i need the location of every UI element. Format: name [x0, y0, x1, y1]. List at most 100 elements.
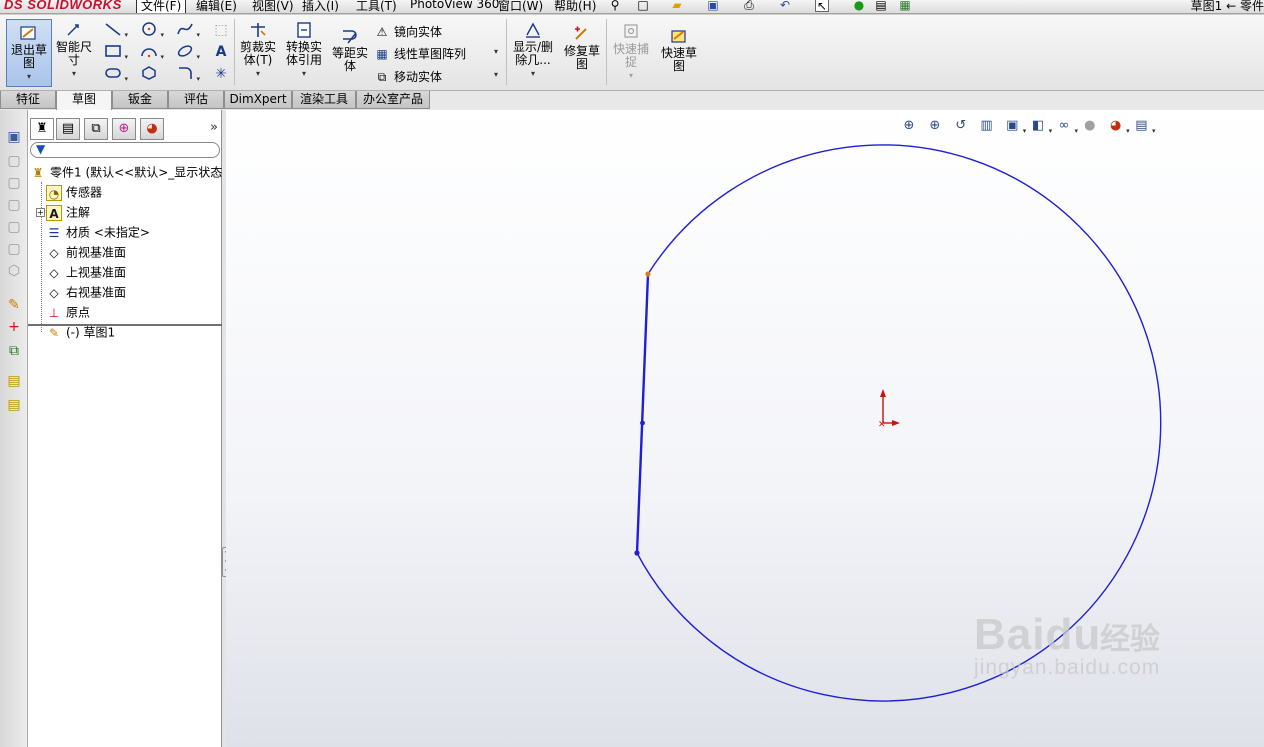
tab-dimxpert[interactable]: DimXpert: [224, 91, 292, 109]
sketch-line[interactable]: [635, 273, 650, 554]
circle-tool-icon[interactable]: ▾: [138, 21, 164, 39]
layer-icon[interactable]: ▤: [5, 372, 23, 390]
spline-tool-icon[interactable]: ▾: [174, 21, 200, 39]
select-pointer-icon[interactable]: ↖: [815, 0, 829, 13]
tab-render-tools[interactable]: 渲染工具: [292, 91, 356, 109]
offset-entities-button[interactable]: 等距实体: [330, 27, 370, 87]
chevron-down-icon: ▾: [26, 72, 31, 81]
smart-dimension-label: 智能尺寸: [56, 40, 93, 67]
menu-window[interactable]: 窗口(W): [498, 0, 543, 13]
tree-item-annotations[interactable]: A 注解: [46, 202, 90, 222]
repair-sketch-button[interactable]: 修复草图: [560, 25, 604, 87]
quick-snaps-icon: [624, 24, 638, 38]
ellipse-tool-icon[interactable]: ▾: [174, 43, 200, 61]
text-tool-icon[interactable]: A: [210, 43, 232, 61]
exit-sketch-button[interactable]: 退出草图 ▾: [6, 19, 52, 87]
revolved-boss-icon[interactable]: ▢: [5, 152, 23, 170]
tree-item-material[interactable]: ☰ 材质 <未指定>: [46, 222, 150, 242]
pin-icon[interactable]: ⚲: [608, 0, 622, 12]
sketch-midpoint[interactable]: [640, 420, 645, 426]
print-icon[interactable]: ⎙: [742, 0, 756, 12]
menu-help[interactable]: 帮助(H): [554, 0, 596, 13]
fillet-tool-icon[interactable]: ▾: [174, 65, 200, 83]
line-tool-icon[interactable]: ▾: [102, 21, 128, 39]
expand-annotations-icon[interactable]: +: [36, 208, 45, 217]
tab-features[interactable]: 特征: [0, 91, 56, 109]
feature-manager-tabs: ♜ ▤ ⧉ ⊕ ◕ »: [28, 118, 222, 142]
mirror-entities-button[interactable]: ⚠ 镜向实体: [374, 23, 442, 40]
move-entities-button[interactable]: ⧉ 移动实体 ▾: [374, 68, 498, 85]
options-icon[interactable]: ▦: [898, 0, 912, 12]
convert-entities-button[interactable]: 转换实体引用 ▾: [282, 21, 326, 87]
exit-sketch-icon: [20, 26, 36, 40]
ribbon-separator: [234, 19, 235, 85]
tab-evaluate[interactable]: 评估: [168, 91, 224, 109]
chevron-down-icon: ▾: [494, 70, 499, 79]
new-document-icon[interactable]: □: [636, 0, 650, 12]
watermark-brand-cn: 经验: [1100, 623, 1160, 656]
rapid-sketch-button[interactable]: 快速草图: [656, 27, 702, 87]
chevron-down-icon: ▾: [628, 71, 633, 80]
rectangle-tool-icon[interactable]: ▾: [102, 43, 128, 61]
fillet-feature-icon[interactable]: ⬡: [5, 262, 23, 280]
tree-item-top-plane[interactable]: ◇ 上视基准面: [46, 262, 126, 282]
extruded-cut-icon[interactable]: ▢: [5, 218, 23, 236]
tab-sketch[interactable]: 草图: [56, 91, 112, 110]
open-folder-icon[interactable]: ▰: [670, 0, 684, 12]
display-delete-relations-button[interactable]: 显示/删除几... ▾: [510, 21, 556, 87]
arc-tool-icon[interactable]: ▾: [138, 43, 164, 61]
trim-label: 剪裁实体(T): [239, 40, 276, 67]
quick-snaps-button[interactable]: 快速捕捉 ▾: [610, 23, 652, 87]
tree-item-front-plane[interactable]: ◇ 前视基准面: [46, 242, 126, 262]
graphics-area[interactable]: ⊕ ⊕ ↺ ▥ ▣ ▾ ◧ ▾ ∞ ▾ ● ◕ ▾ ▤ ▾ ✕ Baidu 经验 jing…: [226, 110, 1264, 747]
tab-office-products[interactable]: 办公室产品: [356, 91, 430, 109]
save-icon[interactable]: ▣: [706, 0, 720, 12]
menu-tools[interactable]: 工具(T): [356, 0, 397, 13]
tree-item-part[interactable]: ♜ 零件1 (默认<<默认>_显示状态: [30, 162, 223, 182]
configuration-manager-tab-icon[interactable]: ⧉: [84, 118, 108, 140]
revolved-cut-icon[interactable]: ▢: [5, 240, 23, 258]
display-manager-tab-icon[interactable]: ◕: [140, 118, 164, 140]
menu-edit[interactable]: 编辑(E): [196, 0, 237, 13]
linear-pattern-button[interactable]: ▦ 线性草图阵列 ▾: [374, 45, 498, 62]
polygon-tool-icon[interactable]: [138, 65, 160, 83]
sketch-endpoint[interactable]: [634, 550, 640, 556]
left-toolbar: ▣ ▢ ▢ ▢ ▢ ▢ ⬡ ✎ + ⧉ ▤ ▤: [0, 110, 28, 747]
point-tool-icon[interactable]: ✳: [210, 65, 232, 83]
sketch-icon: ✎: [48, 325, 60, 340]
dimxpert-manager-tab-icon[interactable]: ⊕: [112, 118, 136, 140]
rebuild-icon[interactable]: ●: [852, 0, 866, 12]
instant-3d-icon[interactable]: ▤: [5, 396, 23, 414]
property-manager-tab-icon[interactable]: ▤: [56, 118, 80, 140]
tree-item-sensors[interactable]: ◔ 传感器: [46, 182, 102, 202]
convert-label: 转换实体引用: [285, 40, 322, 67]
tree-item-right-plane[interactable]: ◇ 右视基准面: [46, 282, 126, 302]
slot-tool-icon[interactable]: ▾: [102, 65, 128, 83]
tab-sheet-metal[interactable]: 钣金: [112, 91, 168, 109]
sketch-endpoint[interactable]: [645, 271, 651, 277]
double-chevron-right-icon[interactable]: »: [210, 120, 218, 135]
lofted-boss-icon[interactable]: ▢: [5, 196, 23, 214]
menu-view[interactable]: 视图(V): [252, 0, 294, 13]
sketch-icon[interactable]: ✎: [5, 296, 23, 314]
menu-photoview[interactable]: PhotoView 360: [410, 0, 499, 11]
menu-file[interactable]: 文件(F): [136, 0, 187, 13]
tree-item-origin[interactable]: ⊥ 原点: [46, 302, 90, 322]
smart-dimension-button[interactable]: 智能尺寸 ▾: [54, 21, 94, 87]
file-properties-icon[interactable]: ▤: [874, 0, 888, 12]
extruded-boss-icon[interactable]: ▣: [5, 128, 23, 146]
swept-boss-icon[interactable]: ▢: [5, 174, 23, 192]
show-delete-label: 显示/删除几...: [512, 40, 554, 67]
repair-label: 修复草图: [564, 44, 601, 71]
menu-insert[interactable]: 插入(I): [302, 0, 339, 13]
mirror-label: 镜向实体: [394, 25, 443, 39]
tree-filter-input[interactable]: ▼: [30, 142, 220, 158]
trim-entities-button[interactable]: 剪裁实体(T) ▾: [236, 21, 280, 87]
command-manager-tabs: 特征 草图 钣金 评估 DimXpert 渲染工具 办公室产品: [0, 91, 1264, 110]
feature-manager-tab-icon[interactable]: ♜: [30, 118, 54, 140]
tree-item-sketch1[interactable]: ✎ (-) 草图1: [46, 322, 115, 342]
construction-geometry-icon: ⬚: [214, 22, 228, 38]
undo-icon[interactable]: ↶: [778, 0, 792, 12]
reference-geometry-icon[interactable]: ⧉: [5, 342, 23, 360]
add-relation-icon[interactable]: +: [5, 318, 23, 336]
